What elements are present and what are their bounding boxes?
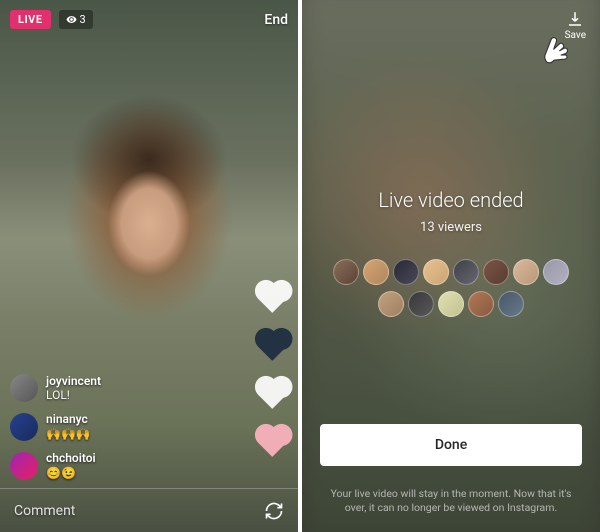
- comment-username[interactable]: joyvincent: [46, 374, 101, 388]
- ended-title: Live video ended: [378, 188, 523, 212]
- live-broadcast-screen: LIVE 3 End joyvincent LOL! ninanyc 🙌🙌🙌: [0, 0, 298, 532]
- live-badge: LIVE: [10, 10, 51, 29]
- heart-icon: [258, 379, 288, 409]
- viewer-count-text: 3: [80, 13, 86, 26]
- comment-item: joyvincent LOL!: [10, 374, 101, 403]
- avatar[interactable]: [10, 413, 38, 441]
- ended-footer-text: Your live video will stay in the moment.…: [324, 487, 578, 516]
- switch-camera-icon: [264, 501, 284, 521]
- comment-username[interactable]: ninanyc: [46, 412, 91, 426]
- avatar[interactable]: [408, 291, 434, 317]
- avatar[interactable]: [483, 259, 509, 285]
- avatar[interactable]: [438, 291, 464, 317]
- live-ended-screen: Save Live video ended 13 viewers Done Yo…: [302, 0, 600, 532]
- avatar[interactable]: [468, 291, 494, 317]
- avatar[interactable]: [513, 259, 539, 285]
- heart-icon: [258, 331, 288, 361]
- comments-list: joyvincent LOL! ninanyc 🙌🙌🙌 chchoitoi 😊😉: [10, 374, 101, 480]
- avatar[interactable]: [498, 291, 524, 317]
- avatar[interactable]: [10, 452, 38, 480]
- avatar[interactable]: [378, 291, 404, 317]
- comment-message: LOL!: [46, 388, 70, 402]
- avatar[interactable]: [393, 259, 419, 285]
- avatar[interactable]: [453, 259, 479, 285]
- switch-camera-button[interactable]: [264, 501, 284, 521]
- comment-message: 😊😉: [46, 466, 76, 480]
- avatar[interactable]: [423, 259, 449, 285]
- done-button[interactable]: Done: [320, 424, 582, 466]
- comment-item: chchoitoi 😊😉: [10, 451, 101, 480]
- avatar[interactable]: [363, 259, 389, 285]
- viewer-count-pill[interactable]: 3: [59, 10, 93, 29]
- eye-icon: [66, 14, 77, 25]
- live-bottombar: Comment: [0, 488, 298, 532]
- viewer-avatars: [321, 257, 581, 319]
- avatar[interactable]: [333, 259, 359, 285]
- end-button[interactable]: End: [264, 12, 288, 28]
- avatar[interactable]: [10, 374, 38, 402]
- floating-hearts: [262, 288, 284, 452]
- live-topbar: LIVE 3 End: [10, 10, 288, 29]
- comment-message: 🙌🙌🙌: [46, 427, 91, 441]
- download-icon: [566, 10, 584, 28]
- comment-item: ninanyc 🙌🙌🙌: [10, 412, 101, 441]
- comment-input[interactable]: Comment: [14, 503, 264, 519]
- avatar[interactable]: [543, 259, 569, 285]
- viewer-count-text: 13 viewers: [420, 220, 482, 235]
- comment-username[interactable]: chchoitoi: [46, 451, 96, 465]
- heart-icon: [258, 283, 288, 313]
